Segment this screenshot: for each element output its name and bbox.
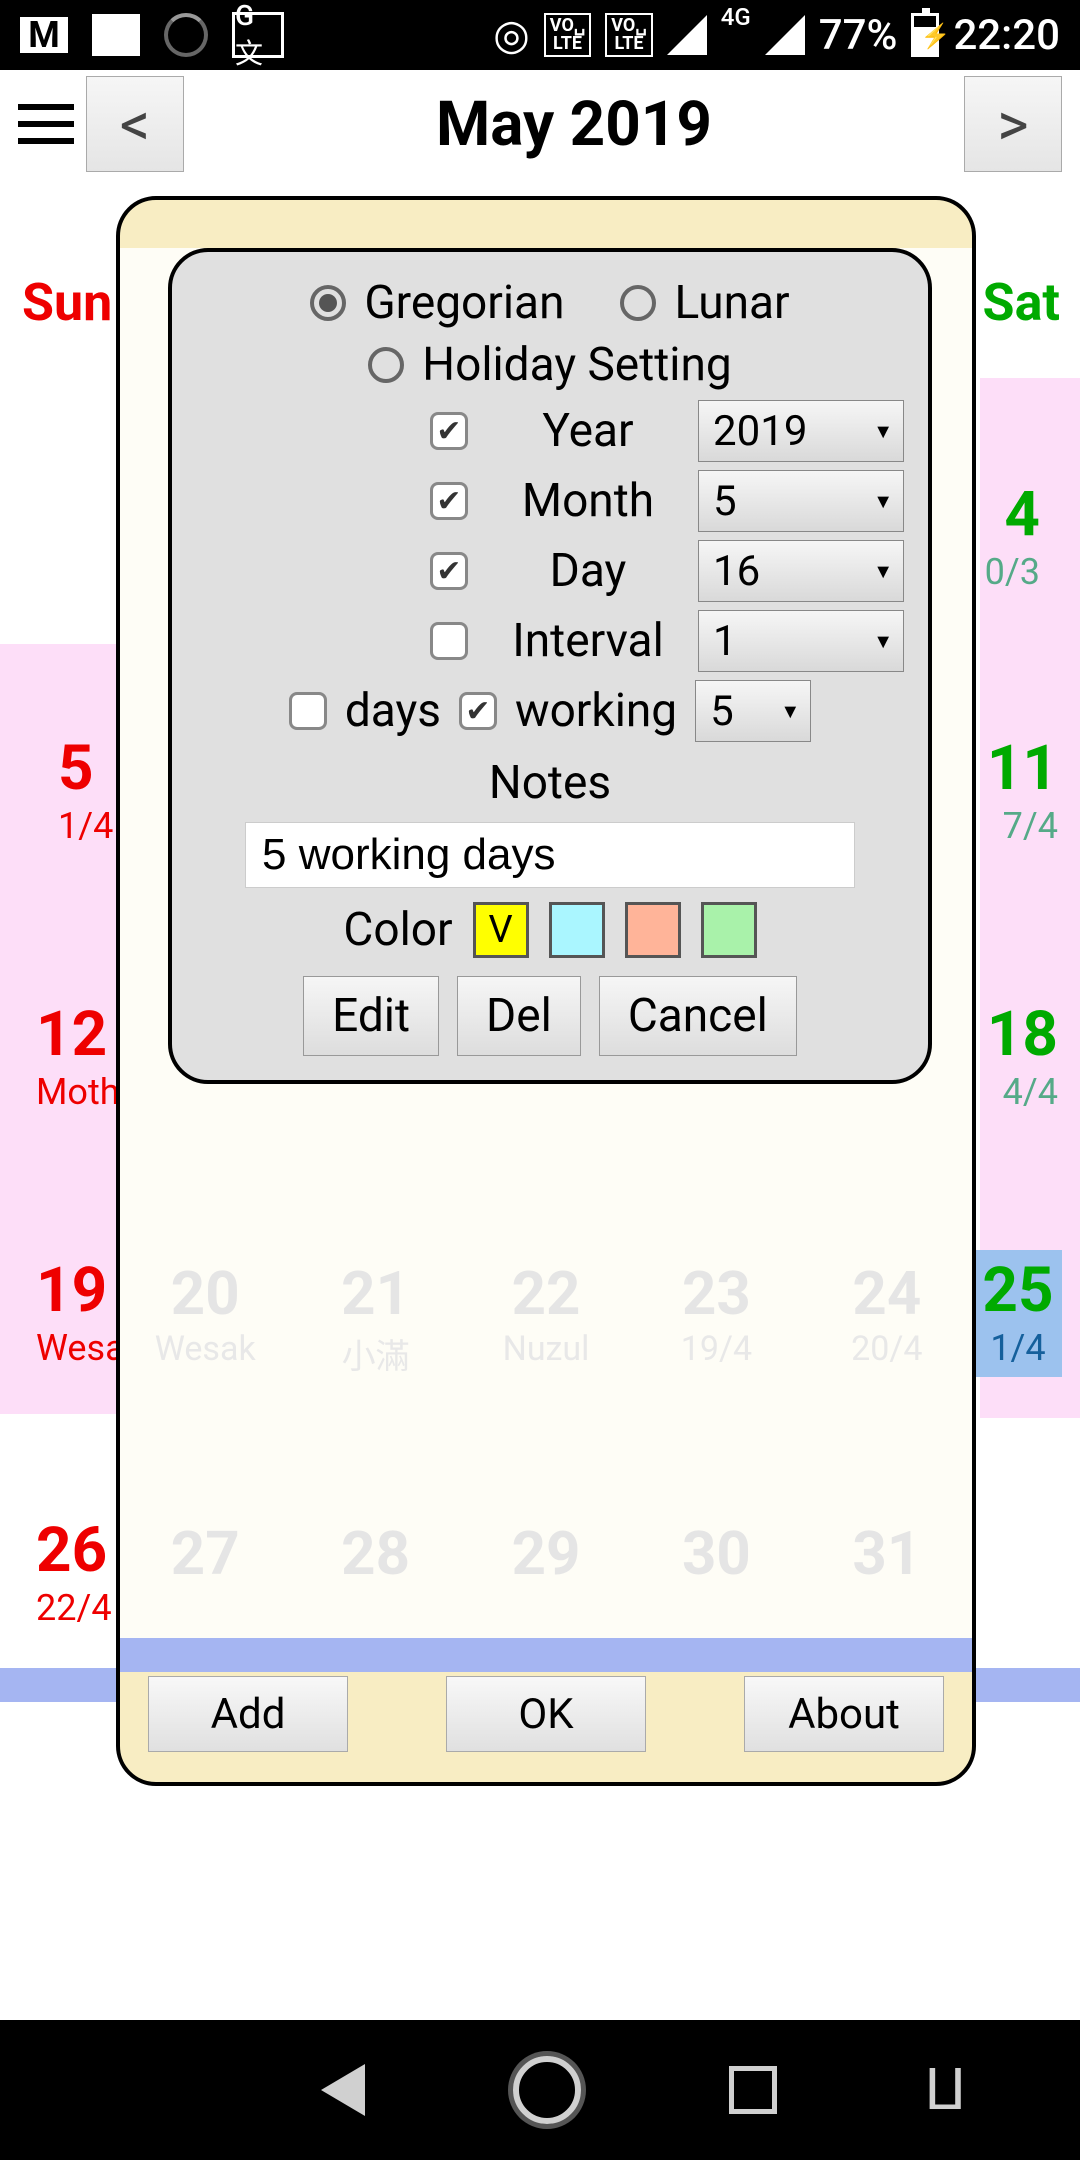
- nav-recent-icon[interactable]: [729, 2066, 777, 2114]
- prev-month-button[interactable]: <: [86, 76, 184, 172]
- battery-icon: ⚡: [911, 13, 939, 57]
- sync-icon: [164, 13, 208, 57]
- radio-gregorian[interactable]: [310, 285, 346, 321]
- about-button[interactable]: About: [744, 1676, 944, 1752]
- label-month: Month: [498, 474, 678, 528]
- next-month-button[interactable]: >: [964, 76, 1062, 172]
- cell-26[interactable]: 2622/4: [36, 1514, 112, 1629]
- select-interval[interactable]: 1: [698, 610, 904, 672]
- cell-12[interactable]: 12Moth: [36, 998, 120, 1113]
- notes-input[interactable]: [245, 822, 855, 888]
- nav-accessibility-icon[interactable]: ⵡ: [924, 2057, 966, 2123]
- settings-dialog: 20Wesak 21小滿 22Nuzul 2319/4 2420/4 27 28…: [116, 196, 976, 1786]
- signal-icon-1: [667, 15, 707, 55]
- color-orange[interactable]: [625, 902, 681, 958]
- label-lunar: Lunar: [674, 276, 789, 330]
- strip-in-dialog: [120, 1638, 972, 1672]
- radio-holiday[interactable]: [368, 347, 404, 383]
- app-header: < May 2019 >: [0, 70, 1080, 178]
- checkbox-year[interactable]: ✔: [430, 412, 468, 450]
- select-month[interactable]: 5: [698, 470, 904, 532]
- hotspot-icon: ◎: [493, 10, 530, 60]
- volte2-icon: VO␣LTE: [605, 13, 652, 57]
- faint-row-4: 27 28 29 30 31: [120, 1518, 972, 1589]
- label-color: Color: [343, 903, 452, 957]
- dow-sat: Sat: [983, 272, 1060, 333]
- checkbox-days[interactable]: [289, 692, 327, 730]
- android-nav-bar: ⵡ: [0, 2020, 1080, 2160]
- volte1-icon: VO␣LTE: [544, 13, 591, 57]
- select-day[interactable]: 16: [698, 540, 904, 602]
- checkbox-month[interactable]: ✔: [430, 482, 468, 520]
- label-notes: Notes: [196, 756, 904, 810]
- label-gregorian: Gregorian: [364, 276, 564, 330]
- translate-icon: G文: [232, 12, 284, 58]
- cell-25[interactable]: 251/4: [974, 1250, 1062, 1377]
- checkbox-working[interactable]: ✔: [459, 692, 497, 730]
- radio-lunar[interactable]: [620, 285, 656, 321]
- nav-back-icon[interactable]: [321, 2064, 365, 2116]
- label-interval: Interval: [498, 614, 678, 668]
- net-label: 4G: [721, 3, 751, 31]
- event-edit-dialog: Gregorian Lunar Holiday Setting ✔ Year 2…: [168, 248, 932, 1084]
- ok-button[interactable]: OK: [446, 1676, 646, 1752]
- color-cyan[interactable]: [549, 902, 605, 958]
- cell-11[interactable]: 117/4: [987, 732, 1058, 847]
- cell-5[interactable]: 51/4: [58, 732, 113, 847]
- label-working: working: [515, 684, 677, 738]
- clock-text: 22:20: [953, 11, 1060, 60]
- battery-text: 77%: [819, 11, 898, 60]
- faint-row-3: 20Wesak 21小滿 22Nuzul 2319/4 2420/4: [120, 1258, 972, 1378]
- nav-home-icon[interactable]: [513, 2056, 581, 2124]
- photos-icon: [92, 14, 140, 56]
- label-day: Day: [498, 544, 678, 598]
- dow-sun: Sun: [22, 272, 112, 333]
- add-button[interactable]: Add: [148, 1676, 348, 1752]
- cell-4[interactable]: 40/3: [985, 478, 1040, 593]
- select-working[interactable]: 5: [695, 680, 811, 742]
- header-title: May 2019: [196, 88, 952, 161]
- checkbox-interval[interactable]: [430, 622, 468, 660]
- gmail-icon: M: [20, 17, 68, 53]
- cell-19[interactable]: 19Wesa: [36, 1254, 125, 1369]
- menu-button[interactable]: [18, 104, 74, 144]
- label-holiday: Holiday Setting: [422, 338, 731, 392]
- select-year[interactable]: 2019: [698, 400, 904, 462]
- color-green[interactable]: [701, 902, 757, 958]
- checkbox-day[interactable]: ✔: [430, 552, 468, 590]
- cell-18[interactable]: 184/4: [987, 998, 1058, 1113]
- signal-icon-2: [765, 15, 805, 55]
- color-yellow[interactable]: V: [473, 902, 529, 958]
- edit-button[interactable]: Edit: [303, 976, 439, 1056]
- label-days: days: [345, 684, 441, 738]
- del-button[interactable]: Del: [457, 976, 581, 1056]
- cancel-button[interactable]: Cancel: [599, 976, 797, 1056]
- label-year: Year: [498, 404, 678, 458]
- android-status-bar: M G文 ◎ VO␣LTE VO␣LTE 4G 77% ⚡ 22:20: [0, 0, 1080, 70]
